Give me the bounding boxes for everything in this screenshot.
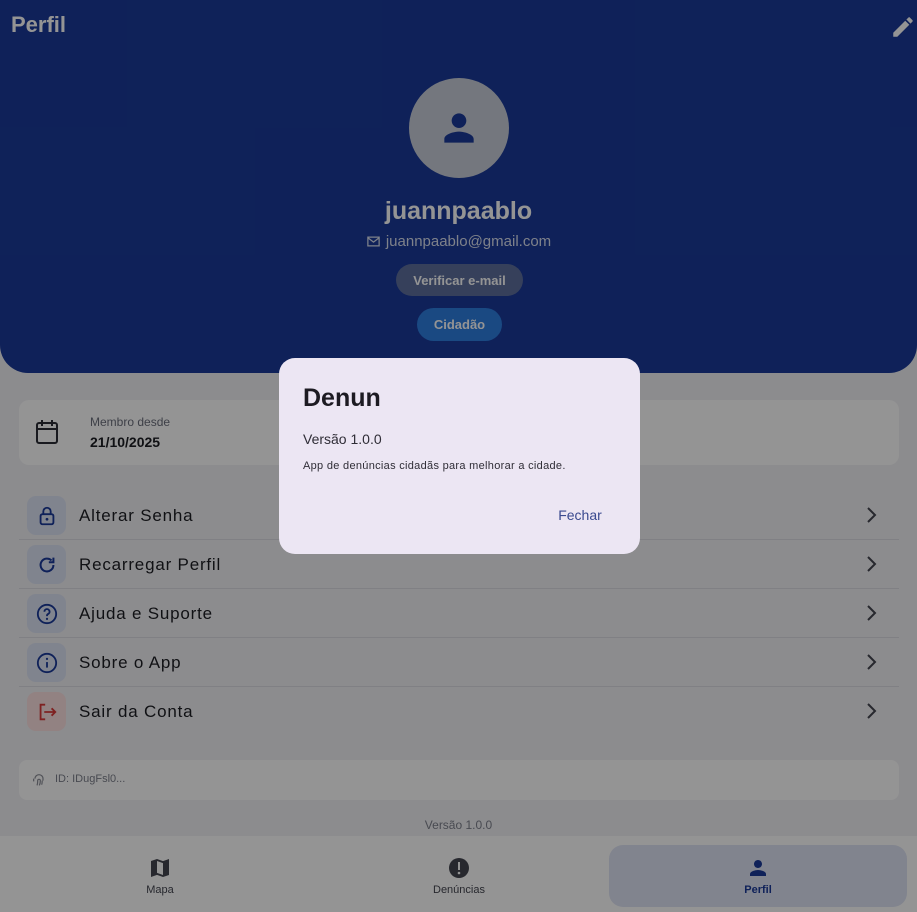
dialog-version: Versão 1.0.0 — [303, 431, 382, 447]
dialog-description: App de denúncias cidadãs para melhorar a… — [303, 460, 566, 472]
close-button[interactable]: Fechar — [541, 498, 619, 532]
about-dialog: Denun Versão 1.0.0 App de denúncias cida… — [279, 358, 640, 554]
dialog-title: Denun — [303, 384, 381, 412]
